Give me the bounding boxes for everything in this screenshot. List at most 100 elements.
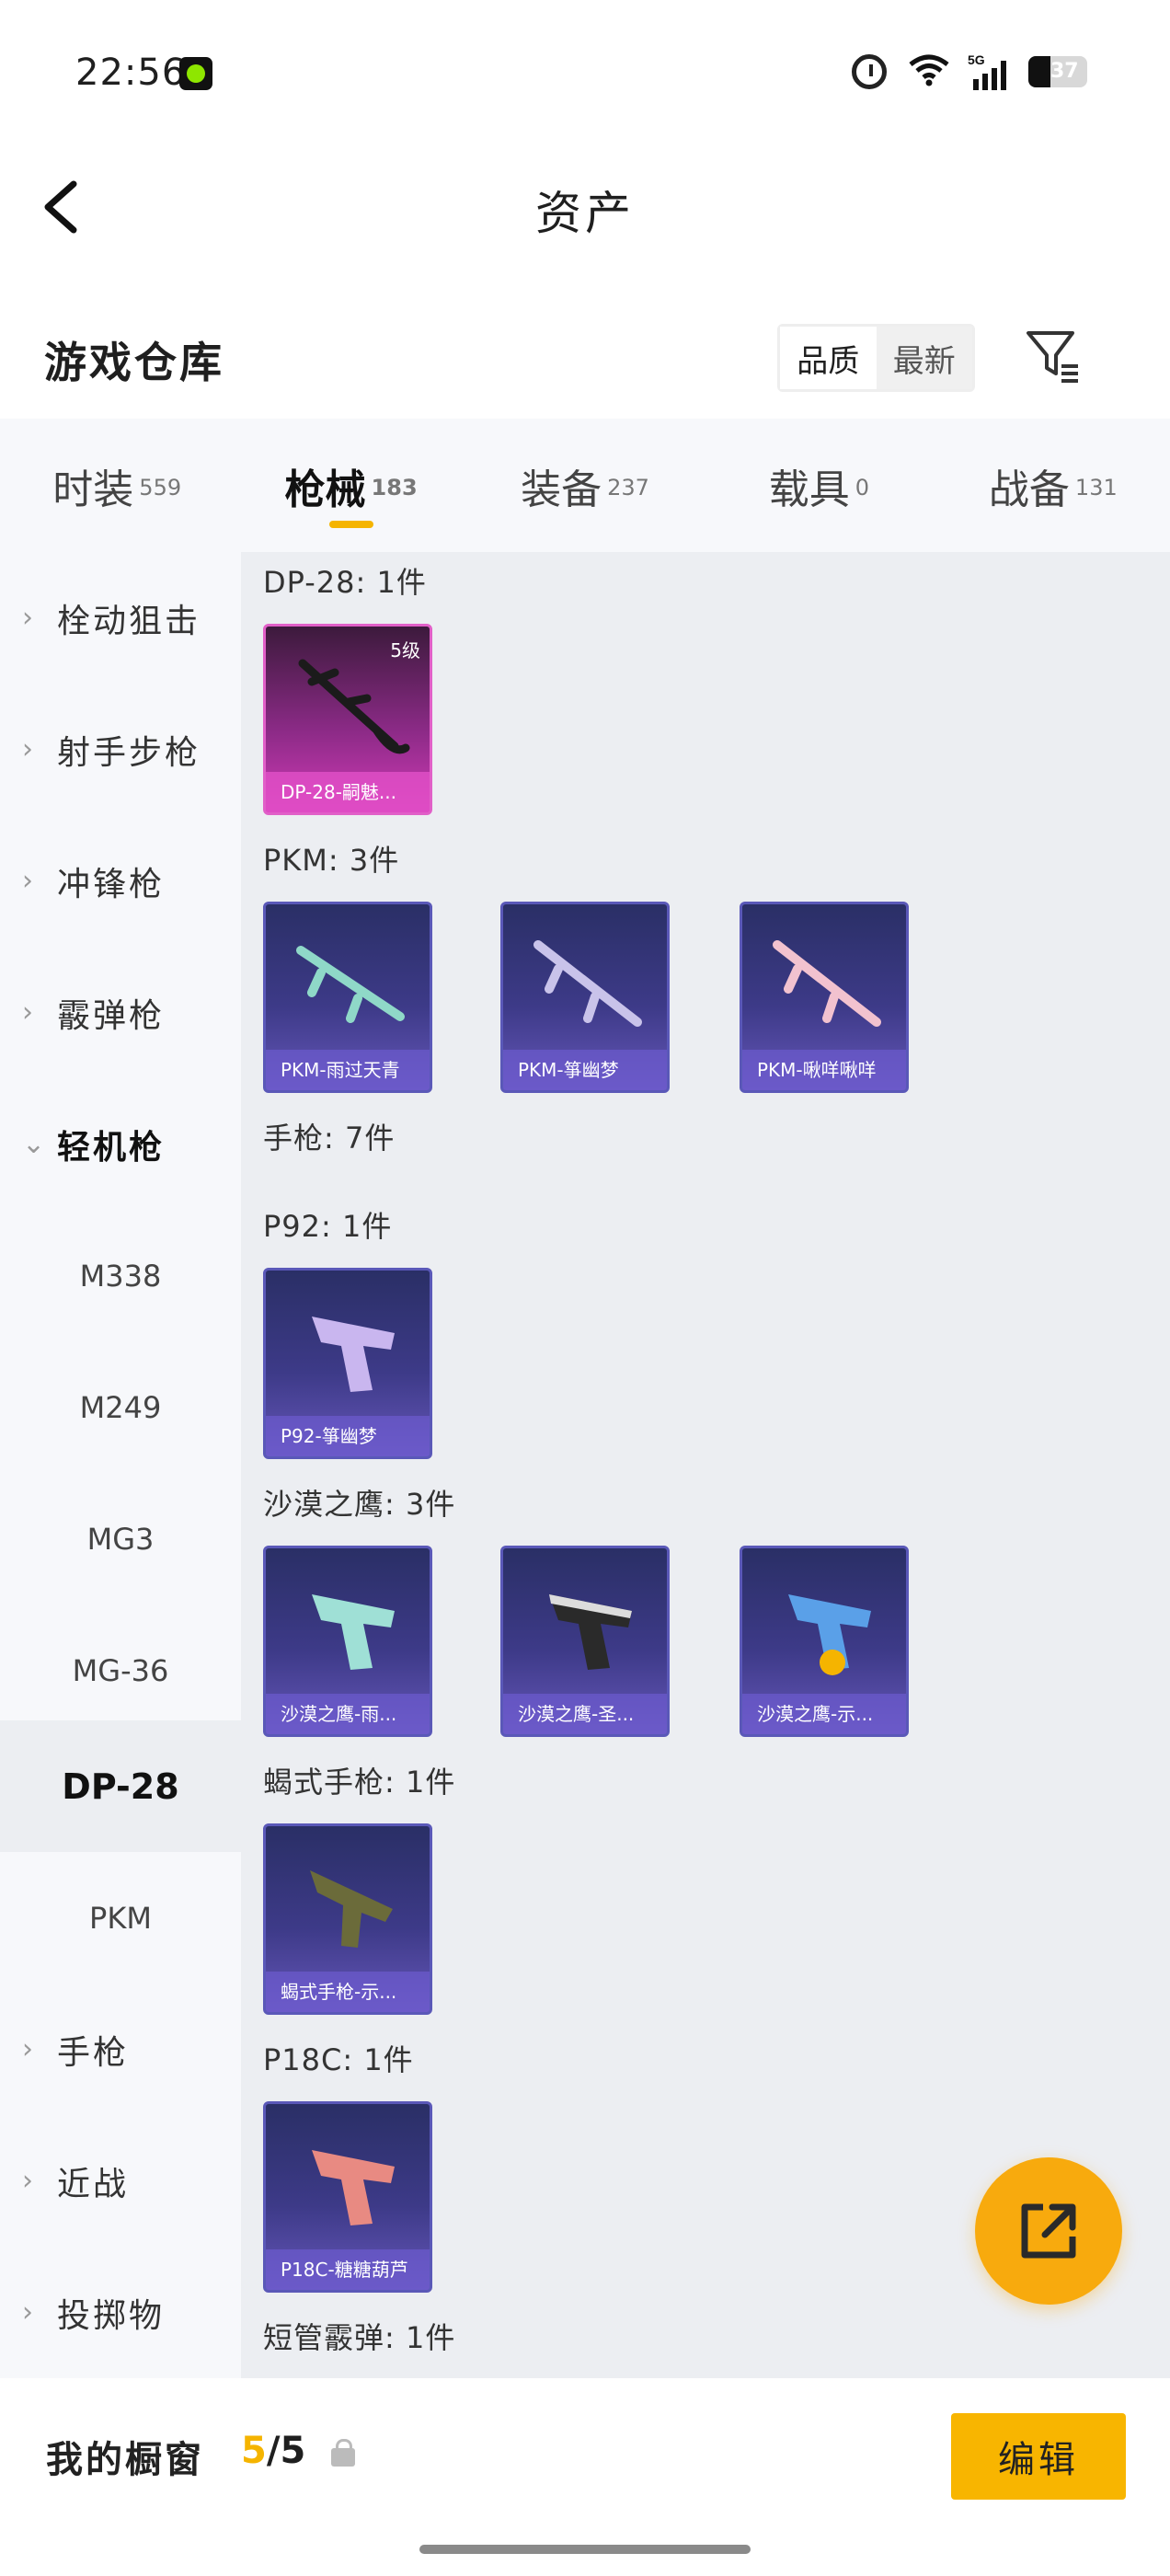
category-tabs: 时装 559 枪械 183 装备 237 载具 0 战备 131 <box>0 419 1170 552</box>
sidebar-item-bolt-sniper[interactable]: › 栓动狙击 <box>0 552 241 684</box>
battery-fill <box>1028 56 1050 87</box>
sidebar-item-label: 投掷物 <box>57 2296 166 2335</box>
weapon-skin-name: 沙漠之鹰-圣... <box>503 1694 667 1734</box>
chevron-right-icon: › <box>22 865 33 897</box>
sidebar-item-throwable[interactable]: › 投掷物 <box>0 2247 241 2378</box>
chevron-right-icon: › <box>22 2033 33 2065</box>
tab-label: 载具 <box>768 466 850 513</box>
sidebar-subitem-label: DP-28 <box>62 1765 179 1807</box>
weapon-skin-card[interactable]: 沙漠之鹰-雨... <box>263 1546 432 1737</box>
sidebar-subitem-m249[interactable]: M249 <box>0 1341 241 1473</box>
tab-outfits[interactable]: 时装 559 <box>0 419 234 552</box>
weapon-skin-name: 蝎式手枪-示... <box>266 1972 430 2012</box>
weapon-skin-card[interactable]: 蝎式手枪-示... <box>263 1823 432 2015</box>
status-icons: 5G 37 <box>852 52 1087 92</box>
tab-count: 559 <box>139 474 182 500</box>
page-header: 资产 <box>0 156 1170 258</box>
weapon-skin-card[interactable]: P92-箏幽梦 <box>263 1268 432 1459</box>
sidebar-item-label: 近战 <box>57 2165 130 2203</box>
sidebar-subitem-mg3[interactable]: MG3 <box>0 1473 241 1604</box>
weapon-type-sidebar: › 栓动狙击 › 射手步枪 › 冲锋枪 › 霰弹枪 ⌄ 轻机枪 M338 M249 MG3… <box>0 552 241 2392</box>
section-title: 沙漠之鹰: 3件 <box>263 1487 456 1522</box>
chevron-right-icon: › <box>22 996 33 1029</box>
weapon-skin-name: 沙漠之鹰-示... <box>742 1694 906 1734</box>
weapon-skin-card[interactable]: PKM-雨过天青 <box>263 902 432 1093</box>
weapon-skin-name: DP-28-嗣魅... <box>266 772 430 812</box>
sidebar-item-pistol[interactable]: › 手枪 <box>0 1984 241 2115</box>
weapon-skin-card[interactable]: PKM-箏幽梦 <box>500 902 670 1093</box>
sidebar-item-label: 栓动狙击 <box>57 602 201 640</box>
sidebar-subitem-dp28[interactable]: DP-28 <box>0 1720 241 1852</box>
showcase-count-total: /5 <box>266 2430 306 2472</box>
sidebar-item-label: 射手步枪 <box>57 733 201 772</box>
chevron-right-icon: › <box>22 2296 33 2329</box>
sidebar-subitem-label: MG-36 <box>72 1652 169 1688</box>
edit-button[interactable]: 编辑 <box>951 2413 1126 2500</box>
sidebar-subitem-pkm[interactable]: PKM <box>0 1852 241 1984</box>
tab-label: 时装 <box>52 466 134 513</box>
pistol-icon <box>312 1594 395 1670</box>
weapon-skin-card[interactable]: 沙漠之鹰-示... <box>740 1546 909 1737</box>
sidebar-item-marksman-rifle[interactable]: › 射手步枪 <box>0 684 241 815</box>
filter-icon[interactable] <box>1023 326 1084 386</box>
sort-quality-button[interactable]: 品质 <box>780 327 877 389</box>
lock-icon <box>331 2439 355 2467</box>
showcase-label: 我的橱窗 <box>46 2439 204 2481</box>
sort-toggle: 品质 最新 <box>777 324 975 392</box>
sidebar-subitem-label: M249 <box>79 1389 162 1425</box>
sidebar-item-label: 手枪 <box>57 2033 130 2072</box>
warehouse-title: 游戏仓库 <box>44 338 224 387</box>
sort-newest-button[interactable]: 最新 <box>876 327 972 389</box>
tab-label: 战备 <box>988 466 1070 513</box>
weapon-skin-name: P18C-糖糖葫芦 <box>266 2249 430 2290</box>
sidebar-subitem-label: PKM <box>89 1900 152 1936</box>
section-title: 蝎式手枪: 1件 <box>263 1765 456 1800</box>
section-title: PKM: 3件 <box>263 843 400 878</box>
status-time: 22:56 <box>75 52 187 94</box>
weapon-skin-card[interactable]: 5级 DP-28-嗣魅... <box>263 624 432 815</box>
network-type-label: 5G <box>968 52 985 67</box>
light-machine-gun-icon <box>296 946 405 1023</box>
chevron-right-icon: › <box>22 733 33 765</box>
sidebar-item-label: 霰弹枪 <box>57 996 166 1035</box>
tab-equipment[interactable]: 装备 237 <box>468 419 702 552</box>
smg-icon <box>310 1870 393 1948</box>
weapon-skin-name: PKM-雨过天青 <box>266 1050 430 1090</box>
share-button[interactable] <box>975 2157 1122 2305</box>
battery-level: 37 <box>1050 60 1079 83</box>
cellular-signal-icon: 5G <box>968 52 1008 92</box>
weapon-skin-card[interactable]: 沙漠之鹰-圣... <box>500 1546 670 1737</box>
warehouse-header: 游戏仓库 品质 最新 <box>0 313 1170 414</box>
tab-label: 枪械 <box>284 466 366 513</box>
sidebar-item-shotgun[interactable]: › 霰弹枪 <box>0 947 241 1078</box>
sidebar-item-melee[interactable]: › 近战 <box>0 2115 241 2247</box>
tab-count: 183 <box>371 474 418 500</box>
pistol-icon <box>549 1594 632 1670</box>
pistol-icon <box>312 1317 395 1392</box>
weapon-skin-name: 沙漠之鹰-雨... <box>266 1694 430 1734</box>
showcase-bar: 我的橱窗 5/5 编辑 <box>0 2378 1170 2535</box>
wifi-icon <box>907 52 949 92</box>
tab-firearms[interactable]: 枪械 183 <box>234 419 467 552</box>
tab-vehicles[interactable]: 载具 0 <box>702 419 935 552</box>
sidebar-item-label: 轻机枪 <box>57 1128 166 1167</box>
section-title: P92: 1件 <box>263 1209 393 1244</box>
sidebar-item-smg[interactable]: › 冲锋枪 <box>0 815 241 947</box>
tab-count: 237 <box>607 474 649 500</box>
tab-battle-prep[interactable]: 战备 131 <box>936 419 1170 552</box>
sidebar-item-lmg[interactable]: ⌄ 轻机枪 <box>0 1078 241 1210</box>
sidebar-subitem-mg36[interactable]: MG-36 <box>0 1604 241 1736</box>
weapon-skin-card[interactable]: P18C-糖糖葫芦 <box>263 2101 432 2293</box>
weapon-skin-card[interactable]: PKM-啾咩啾咩 <box>740 902 909 1093</box>
alarm-icon <box>852 54 887 89</box>
battery-icon: 37 <box>1028 56 1087 87</box>
share-icon <box>1021 2203 1076 2259</box>
sidebar-item-label: 冲锋枪 <box>57 865 166 903</box>
sidebar-subitem-m338[interactable]: M338 <box>0 1210 241 1341</box>
section-title: DP-28: 1件 <box>263 565 427 600</box>
light-machine-gun-icon <box>533 940 642 1027</box>
showcase-count: 5/5 <box>241 2430 305 2472</box>
home-indicator[interactable] <box>419 2545 751 2554</box>
sidebar-subitem-label: MG3 <box>86 1521 155 1557</box>
app-notification-icon <box>179 57 212 90</box>
